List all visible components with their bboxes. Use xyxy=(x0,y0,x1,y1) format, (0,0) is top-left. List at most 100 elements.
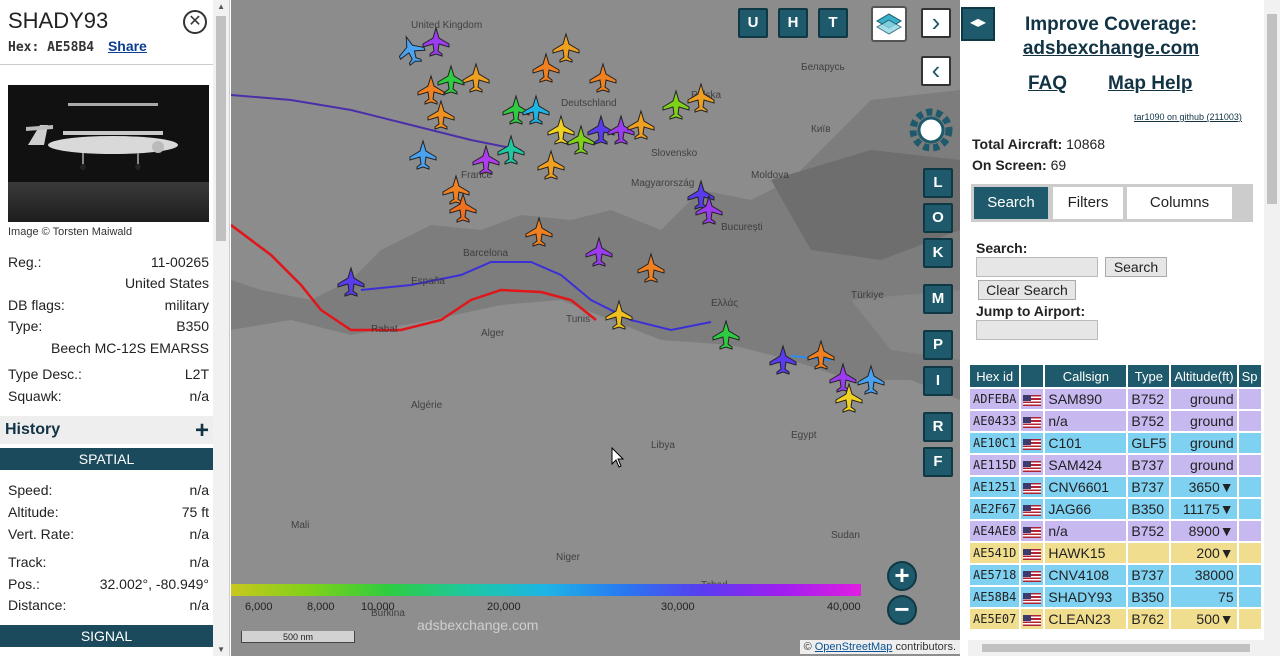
signal-section-band: SIGNAL xyxy=(0,625,213,647)
cell-speed xyxy=(1238,543,1261,563)
flag-icon xyxy=(1021,433,1044,453)
map-button-t[interactable]: T xyxy=(818,8,848,38)
flag-icon xyxy=(1021,565,1044,585)
panel-scrollbar[interactable] xyxy=(1264,0,1280,656)
table-row[interactable]: AE5718 CNV4108 B737 38000 xyxy=(970,565,1261,585)
map-attribution: © OpenStreetMap contributors. xyxy=(799,640,960,654)
panel-tabs: Search Filters Columns xyxy=(971,184,1253,222)
cell-speed xyxy=(1238,433,1261,453)
table-row[interactable]: AE115D SAM424 B737 ground xyxy=(970,455,1261,475)
cell-hex: AE10C1 xyxy=(970,433,1020,453)
table-row[interactable]: AE10C1 C101 GLF5 ground xyxy=(970,433,1261,453)
settings-gear-icon[interactable] xyxy=(904,103,958,162)
cell-altitude: 38000 xyxy=(1171,565,1237,585)
flag-icon xyxy=(1021,521,1044,541)
table-row[interactable]: ADFEBA SAM890 B752 ground xyxy=(970,389,1261,409)
map-button-r[interactable]: R xyxy=(923,412,953,442)
zoom-in-icon[interactable]: + xyxy=(887,561,917,591)
faq-link[interactable]: FAQ xyxy=(1028,73,1067,95)
search-button[interactable]: Search xyxy=(1105,257,1167,277)
cell-hex: AE4AE8 xyxy=(970,521,1020,541)
flag-icon xyxy=(1021,389,1044,409)
altitude-label: 20,000 xyxy=(487,601,521,613)
table-row[interactable]: AE2F67 JAG66 B350 11175▼ xyxy=(970,499,1261,519)
panel-scrollbar-thumb[interactable] xyxy=(1267,14,1277,204)
tab-filters[interactable]: Filters xyxy=(1053,187,1123,219)
version-link[interactable]: tar1090 on github (211003) xyxy=(1134,112,1242,122)
map-button-f[interactable]: F xyxy=(923,447,953,477)
search-input[interactable] xyxy=(976,257,1098,277)
zoom-out-icon[interactable]: − xyxy=(887,595,917,625)
map-button-i[interactable]: I xyxy=(923,366,953,396)
adsbexchange-link[interactable]: adsbexchange.com xyxy=(1010,38,1212,60)
cell-altitude: ground xyxy=(1171,389,1237,409)
tab-search[interactable]: Search xyxy=(974,187,1048,219)
cell-type: B737 xyxy=(1128,565,1170,585)
cell-callsign: CLEAN23 xyxy=(1045,609,1127,629)
map-button-l[interactable]: L xyxy=(923,168,953,198)
column-hex[interactable]: Hex id xyxy=(970,365,1020,387)
altitude-label: 10,000 xyxy=(361,601,395,613)
toggle-panel-icon[interactable]: ◂▸ xyxy=(961,7,995,41)
cell-altitude: ground xyxy=(1171,433,1237,453)
map-button-o[interactable]: O xyxy=(923,203,953,233)
close-icon[interactable]: ✕ xyxy=(183,10,207,34)
cell-callsign: JAG66 xyxy=(1045,499,1127,519)
table-horizontal-scrollbar[interactable] xyxy=(968,640,1264,656)
tab-columns[interactable]: Columns xyxy=(1127,187,1232,219)
us-flag-icon xyxy=(1023,548,1042,560)
table-row[interactable]: AE4AE8 n/a B752 8900▼ xyxy=(970,521,1261,541)
cell-callsign: CNV6601 xyxy=(1045,477,1127,497)
cell-type: B737 xyxy=(1128,455,1170,475)
map-button-p[interactable]: P xyxy=(923,330,953,360)
collapse-left-icon[interactable]: ‹ xyxy=(921,56,951,86)
airport-input[interactable] xyxy=(976,320,1098,340)
openstreetmap-link[interactable]: OpenStreetMap xyxy=(815,641,893,653)
column-type[interactable]: Type xyxy=(1128,365,1170,387)
layers-icon[interactable] xyxy=(871,6,907,42)
map-button-m[interactable]: M xyxy=(923,284,953,314)
us-flag-icon xyxy=(1023,570,1042,582)
cell-type: B350 xyxy=(1128,499,1170,519)
column-altitude[interactable]: Altitude(ft) xyxy=(1171,365,1237,387)
mouse-cursor-icon xyxy=(611,447,625,468)
share-link[interactable]: Share xyxy=(108,38,147,54)
map-button-u[interactable]: U xyxy=(738,8,768,38)
history-section-header[interactable]: History + xyxy=(0,416,213,444)
cell-altitude: 8900▼ xyxy=(1171,521,1237,541)
cell-altitude: ground xyxy=(1171,411,1237,431)
table-row[interactable]: AE58B4 SHADY93 B350 75 xyxy=(970,587,1261,607)
cell-callsign: SAM424 xyxy=(1045,455,1127,475)
flag-icon xyxy=(1021,543,1044,563)
us-flag-icon xyxy=(1023,592,1042,604)
map-help-link[interactable]: Map Help xyxy=(1108,73,1192,95)
column-callsign[interactable]: Callsign xyxy=(1045,365,1127,387)
cell-altitude: 3650▼ xyxy=(1171,477,1237,497)
flag-icon xyxy=(1021,499,1044,519)
clear-search-button[interactable]: Clear Search xyxy=(978,280,1076,300)
info-scrollbar[interactable]: ▲ ▼ xyxy=(213,0,229,656)
expand-icon[interactable]: + xyxy=(195,417,209,445)
aircraft-layer[interactable] xyxy=(231,0,960,656)
column-speed[interactable]: Sp xyxy=(1238,365,1261,387)
us-flag-icon xyxy=(1023,526,1042,538)
selected-aircraft-panel: SHADY93 ✕ Hex: AE58B4 Share Image © Tors… xyxy=(0,0,230,656)
info-scrollbar-thumb[interactable] xyxy=(216,16,226,241)
map-view[interactable]: United Kingdom Deutschland France Barcel… xyxy=(231,0,960,656)
cell-speed xyxy=(1238,521,1261,541)
aircraft-photo[interactable] xyxy=(8,85,209,222)
map-button-k[interactable]: K xyxy=(923,238,953,268)
flag-icon xyxy=(1021,609,1044,629)
map-button-h[interactable]: H xyxy=(778,8,808,38)
table-row[interactable]: AE1251 CNV6601 B737 3650▼ xyxy=(970,477,1261,497)
table-row[interactable]: AE541D HAWK15 200▼ xyxy=(970,543,1261,563)
expand-right-icon[interactable]: › xyxy=(921,8,951,38)
column-flag[interactable] xyxy=(1021,365,1044,387)
table-row[interactable]: AE5E07 CLEAN23 B762 500▼ xyxy=(970,609,1261,629)
cell-callsign: CNV4108 xyxy=(1045,565,1127,585)
us-flag-icon xyxy=(1023,460,1042,472)
altitude-label: 40,000 xyxy=(827,601,861,613)
altitude-label: 8,000 xyxy=(307,601,335,613)
table-row[interactable]: AE0433 n/a B752 ground xyxy=(970,411,1261,431)
altitude-legend-bar xyxy=(231,584,861,596)
